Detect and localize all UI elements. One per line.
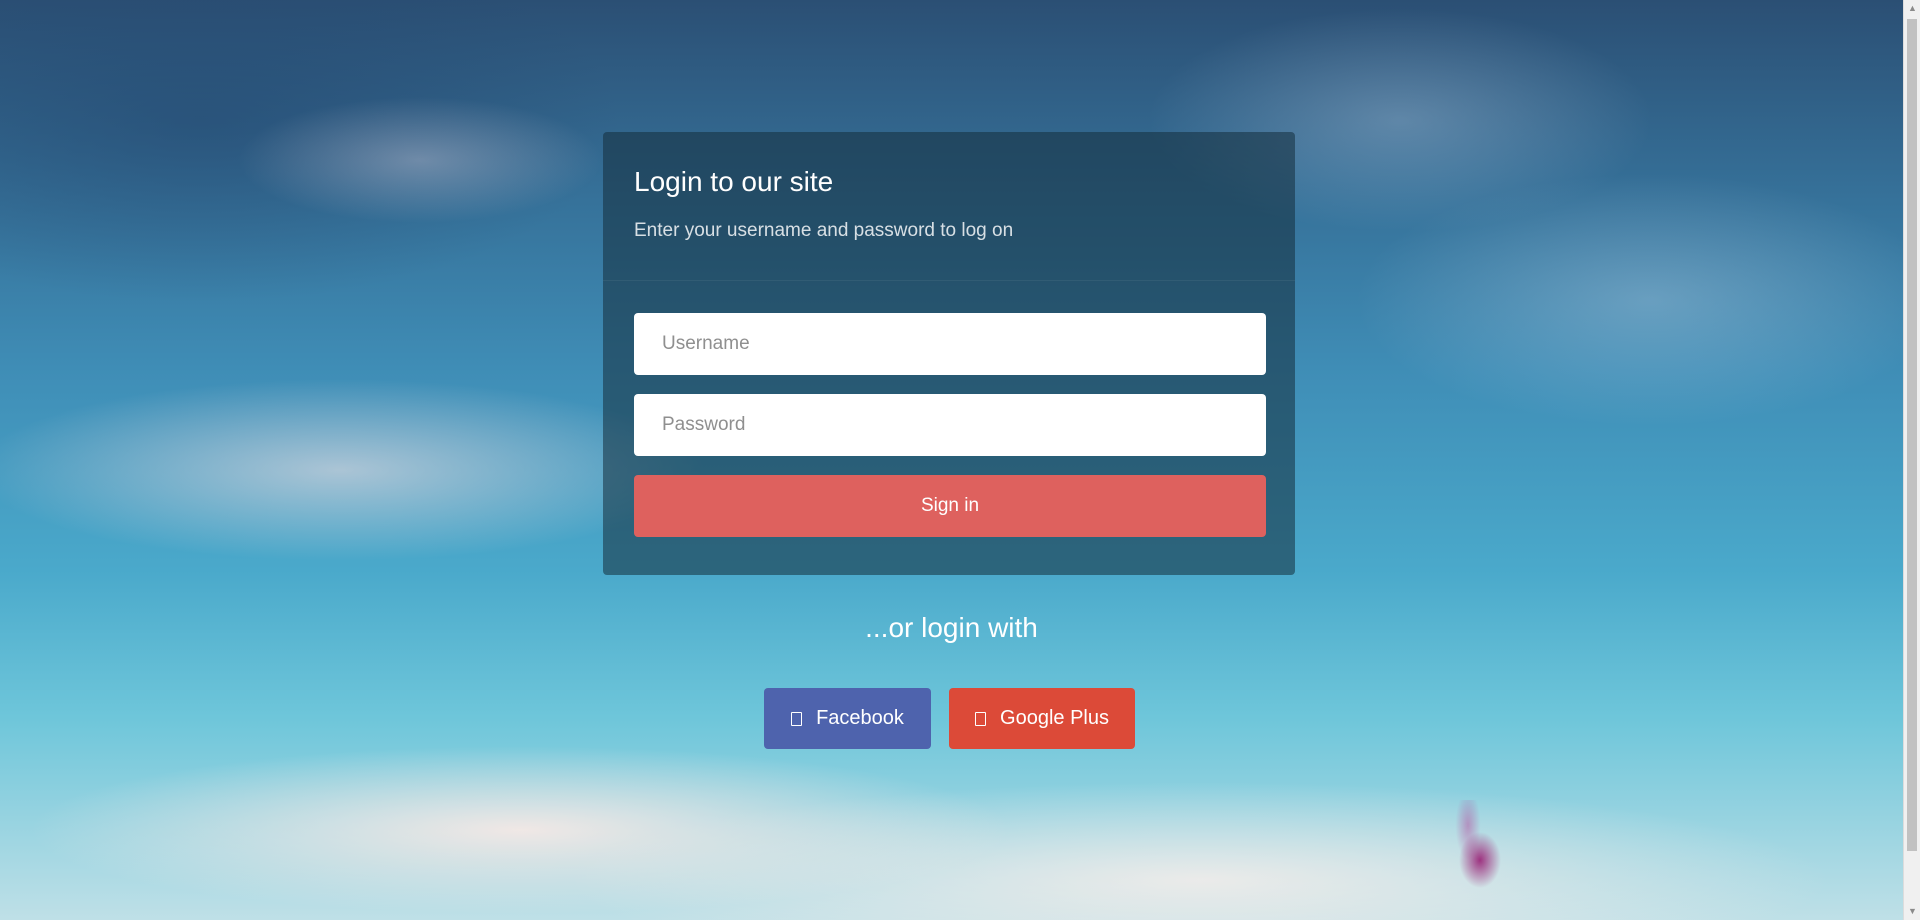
social-login-heading: ...or login with: [865, 612, 1038, 643]
google-plus-login-button[interactable]: Google Plus: [949, 688, 1135, 749]
scrollbar-thumb[interactable]: [1907, 19, 1917, 851]
login-page: Login to our site Enter your username an…: [0, 0, 1920, 920]
facebook-login-button[interactable]: Facebook: [764, 688, 931, 749]
sign-in-button[interactable]: Sign in: [634, 475, 1266, 537]
google-plus-icon: [975, 711, 987, 726]
login-title: Login to our site: [634, 166, 834, 197]
facebook-icon: [791, 711, 803, 726]
login-card: Login to our site Enter your username an…: [603, 132, 1295, 575]
login-subtitle: Enter your username and password to log …: [634, 220, 1014, 241]
vertical-scrollbar[interactable]: ▲ ▼: [1903, 0, 1920, 920]
login-card-header: Login to our site Enter your username an…: [603, 132, 1295, 281]
scroll-down-icon[interactable]: ▼: [1904, 903, 1920, 920]
username-input[interactable]: [634, 313, 1266, 375]
facebook-label: Facebook: [816, 707, 904, 729]
scroll-up-icon[interactable]: ▲: [1904, 0, 1920, 17]
smoke-background-detail: [1440, 800, 1560, 920]
google-plus-label: Google Plus: [1000, 707, 1109, 729]
password-input[interactable]: [634, 394, 1266, 456]
